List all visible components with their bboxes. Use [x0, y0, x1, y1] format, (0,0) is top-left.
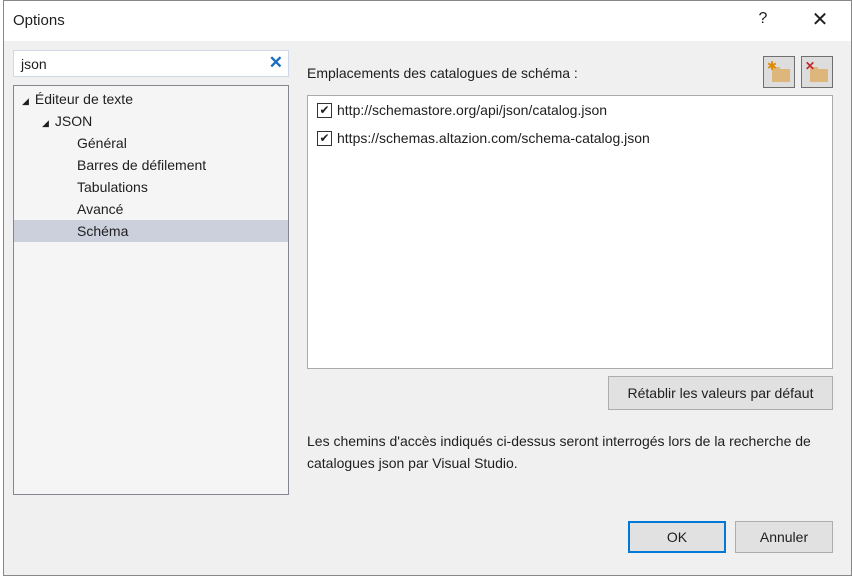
tree-item-scrollbars[interactable]: Barres de défilement	[77, 154, 206, 176]
remove-catalog-button[interactable]: ✕	[801, 56, 833, 88]
tree-item-advanced[interactable]: Avancé	[77, 198, 123, 220]
search-value: json	[21, 56, 47, 72]
ok-button[interactable]: OK	[628, 521, 726, 553]
new-folder-icon: ✱	[767, 59, 790, 82]
title-bar: Options ? ✕	[4, 1, 851, 41]
tree-item-schema[interactable]: Schéma	[14, 220, 288, 242]
expanded-icon: ◢	[22, 96, 29, 106]
catalog-url: http://schemastore.org/api/json/catalog.…	[337, 102, 608, 118]
catalog-url: https://schemas.altazion.com/schema-cata…	[337, 130, 650, 146]
reset-defaults-button[interactable]: Rétablir les valeurs par défaut	[608, 376, 833, 410]
checkbox-checked[interactable]: ✔	[317, 102, 332, 118]
add-catalog-button[interactable]: ✱	[763, 56, 795, 88]
catalog-locations-label: Emplacements des catalogues de schéma :	[307, 65, 578, 81]
svg-text:✱: ✱	[767, 59, 777, 73]
tree-item-json[interactable]: ◢ JSON	[42, 110, 92, 132]
catalog-item[interactable]: ✔ http://schemastore.org/api/json/catalog…	[317, 102, 607, 118]
cancel-button[interactable]: Annuler	[735, 521, 833, 553]
expanded-icon: ◢	[42, 118, 49, 128]
tree-label: Éditeur de texte	[34, 91, 133, 107]
tree-item-tabs[interactable]: Tabulations	[77, 176, 148, 198]
description-text: Les chemins d'accès indiqués ci-dessus s…	[307, 433, 811, 471]
tree-label: JSON	[54, 113, 93, 129]
options-tree: ◢ Éditeur de texte ◢ JSON Général Barres d…	[13, 85, 289, 495]
tree-item-general[interactable]: Général	[77, 132, 127, 154]
tree-item-text-editor[interactable]: ◢ Éditeur de texte	[22, 88, 133, 110]
catalog-list: ✔ http://schemastore.org/api/json/catalog…	[307, 95, 833, 369]
checkbox-checked[interactable]: ✔	[317, 130, 332, 146]
options-dialog: Options ? ✕ json ✕ ◢ Éditeur de texte ◢ JS…	[3, 0, 852, 576]
catalog-item[interactable]: ✔ https://schemas.altazion.com/schema-cat…	[317, 130, 650, 146]
svg-text:✕: ✕	[805, 59, 815, 73]
clear-search-icon[interactable]: ✕	[269, 53, 283, 73]
delete-folder-icon: ✕	[805, 59, 828, 82]
dialog-title: Options	[13, 12, 65, 29]
search-input[interactable]: json ✕	[13, 50, 289, 77]
help-button[interactable]: ?	[753, 10, 773, 28]
close-button[interactable]: ✕	[805, 7, 835, 32]
